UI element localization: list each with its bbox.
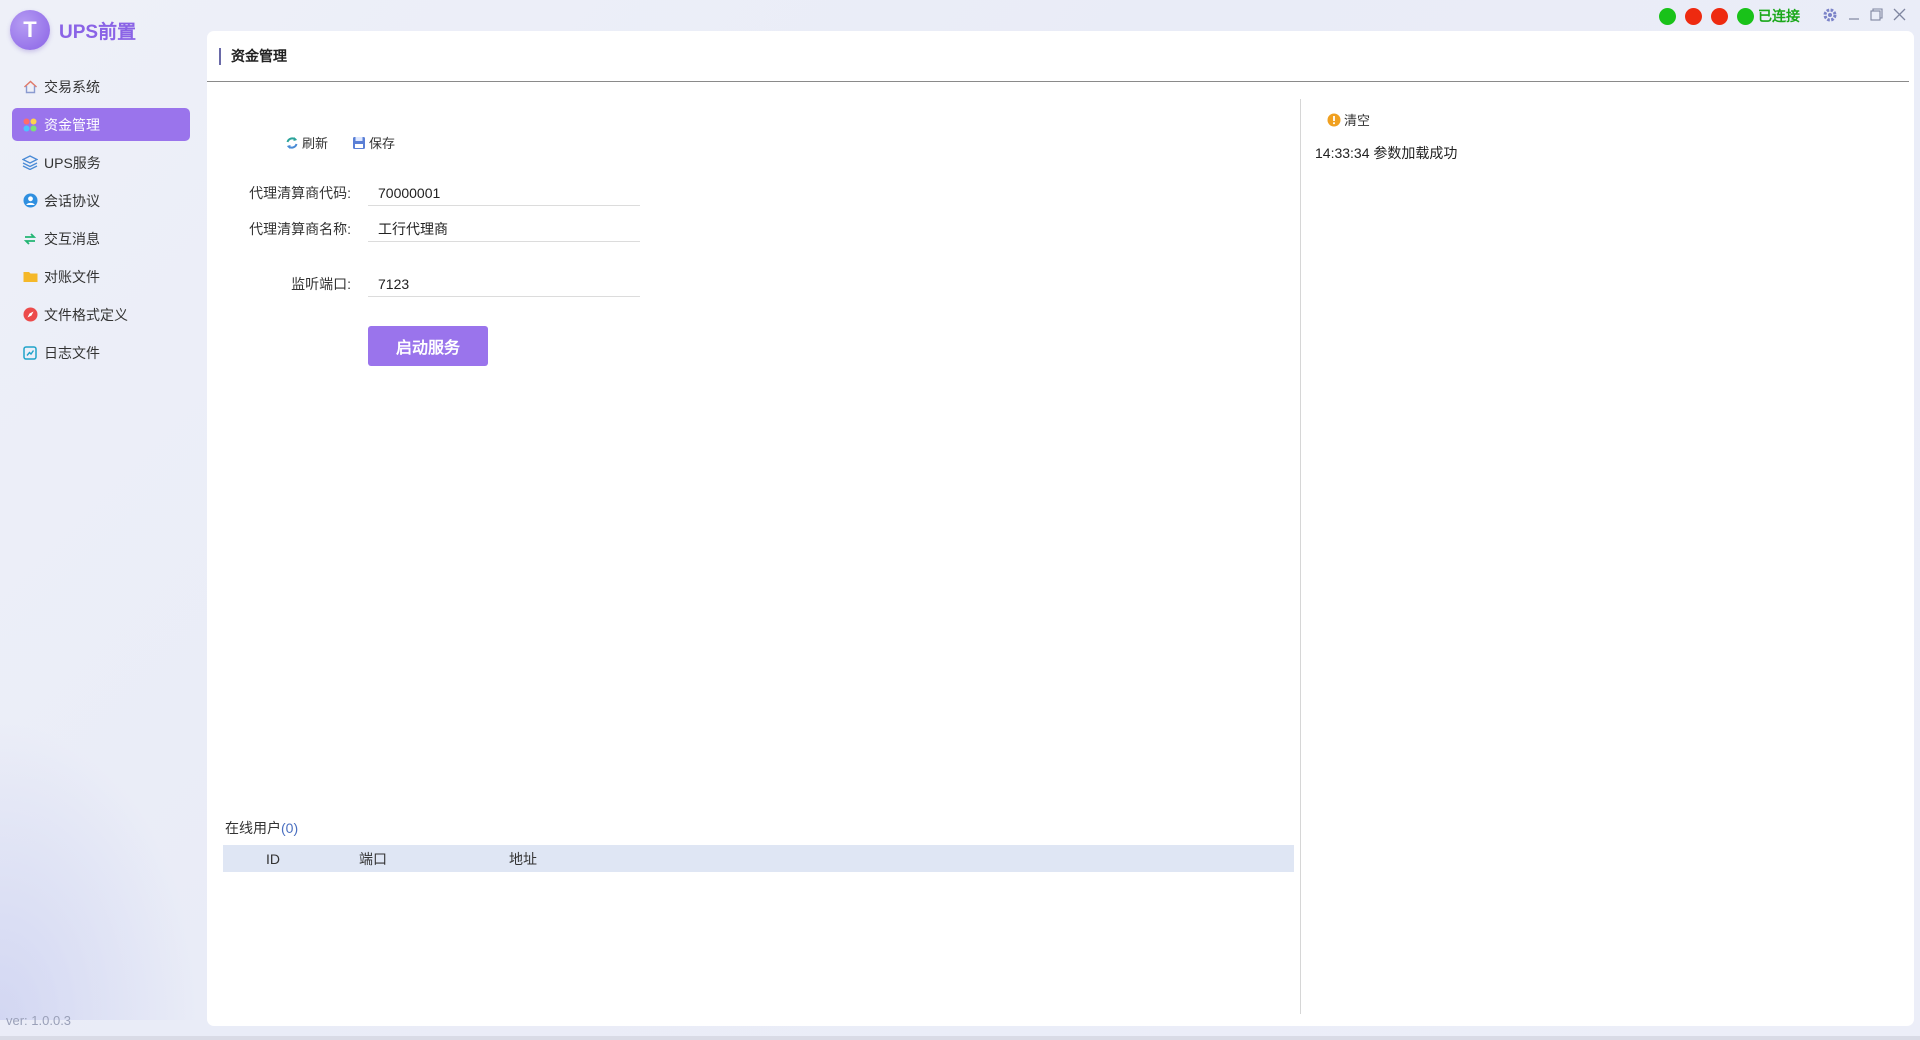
sidebar-item-label: 日志文件 [44, 344, 100, 361]
sidebar-item-label: UPS服务 [44, 154, 101, 171]
compass-icon [22, 307, 38, 323]
sidebar-item-reconciliation-file[interactable]: 对账文件 [12, 260, 190, 293]
clear-log-label: 清空 [1344, 113, 1371, 128]
agent-code-label: 代理清算商代码: [249, 185, 351, 201]
sidebar-item-trading-system[interactable]: 交易系统 [12, 70, 190, 103]
online-users-label: 在线用户 [225, 820, 281, 836]
sidebar-item-fund-management[interactable]: 资金管理 [12, 108, 190, 141]
agent-code-row: 代理清算商代码: [207, 180, 640, 206]
layers-icon [22, 155, 38, 171]
online-users-count: (0) [281, 820, 299, 836]
sidebar-item-log-file[interactable]: 日志文件 [12, 336, 190, 369]
restore-icon[interactable] [1870, 8, 1883, 24]
listen-port-input[interactable] [368, 271, 640, 297]
status-bar: 已连接 [1650, 6, 1906, 26]
listen-port-row: 监听端口: [207, 271, 640, 297]
exchange-icon [22, 231, 38, 247]
home-icon [22, 79, 38, 95]
minimize-icon[interactable] [1848, 9, 1860, 24]
app-logo: T [10, 10, 50, 50]
page-header: 资金管理 [207, 31, 1909, 82]
sidebar-item-label: 对账文件 [44, 268, 100, 285]
sidebar-nav: 交易系统 资金管理 UPS服务 会话协议 交互消息 对账文件 文件格式定义 日志… [12, 70, 190, 374]
agent-name-row: 代理清算商名称: [207, 216, 640, 242]
app-title: UPS前置 [59, 21, 137, 43]
column-header-address[interactable]: 地址 [423, 845, 623, 872]
online-users-table: ID 端口 地址 [223, 845, 1294, 872]
online-users-title: 在线用户(0) [225, 818, 298, 838]
close-icon[interactable] [1893, 8, 1906, 24]
listen-port-label: 监听端口: [291, 276, 351, 292]
status-indicator-4 [1737, 7, 1754, 25]
sidebar-item-file-format-definition[interactable]: 文件格式定义 [12, 298, 190, 331]
connection-status: 已连接 [1758, 8, 1800, 24]
bottom-strip [0, 1036, 1920, 1040]
settings-gear-icon[interactable] [1822, 7, 1838, 26]
version-label: ver: 1.0.0.3 [6, 1013, 72, 1028]
warning-circle-icon [1327, 113, 1341, 127]
column-header-id[interactable]: ID [223, 845, 323, 872]
status-indicator-1 [1659, 7, 1676, 25]
clear-log-button[interactable]: 清空 [1327, 110, 1370, 129]
refresh-icon [285, 136, 299, 150]
log-icon [22, 345, 38, 361]
brand: T UPS前置 [10, 10, 136, 50]
sidebar-item-label: 会话协议 [44, 192, 100, 209]
agent-name-label: 代理清算商名称: [249, 221, 351, 237]
main-panel: 资金管理 刷新 保存 代理清算商代码: 代理清算商名称: [207, 31, 1914, 1026]
status-indicator-2 [1685, 7, 1702, 25]
agent-name-input[interactable] [368, 216, 640, 242]
sidebar-item-ups-service[interactable]: UPS服务 [12, 146, 190, 179]
sidebar-item-label: 资金管理 [44, 116, 100, 133]
grid-dots-icon [22, 117, 38, 133]
agent-code-input[interactable] [368, 180, 640, 206]
toolbar: 刷新 保存 [285, 133, 419, 152]
fund-config-pane: 刷新 保存 代理清算商代码: 代理清算商名称: 监听端口: 启动服务 在线用户(… [207, 83, 1299, 1026]
sidebar-item-label: 交易系统 [44, 78, 100, 95]
log-entry: 14:33:34 参数加载成功 [1315, 145, 1458, 161]
sidebar-item-interaction-message[interactable]: 交互消息 [12, 222, 190, 255]
refresh-button[interactable]: 刷新 [285, 133, 328, 152]
sidebar-item-session-protocol[interactable]: 会话协议 [12, 184, 190, 217]
table-header-row: ID 端口 地址 [223, 845, 1294, 872]
sidebar: T UPS前置 交易系统 资金管理 UPS服务 会话协议 交互消息 对账文件 文… [0, 0, 206, 1040]
title-accent-bar [219, 47, 221, 65]
status-indicator-3 [1711, 7, 1728, 25]
user-circle-icon [22, 193, 38, 209]
sidebar-item-label: 文件格式定义 [44, 306, 128, 323]
log-pane: 清空 14:33:34 参数加载成功 [1300, 99, 1910, 1014]
column-header-empty [623, 845, 1294, 872]
page-title: 资金管理 [231, 48, 287, 64]
start-service-button[interactable]: 启动服务 [368, 326, 488, 366]
save-label: 保存 [369, 136, 396, 151]
sidebar-item-label: 交互消息 [44, 230, 100, 247]
log-list: 14:33:34 参数加载成功 [1315, 143, 1457, 165]
refresh-label: 刷新 [302, 136, 329, 151]
save-button[interactable]: 保存 [352, 133, 395, 152]
column-header-port[interactable]: 端口 [323, 845, 423, 872]
folder-icon [22, 269, 38, 285]
save-icon [352, 136, 366, 150]
